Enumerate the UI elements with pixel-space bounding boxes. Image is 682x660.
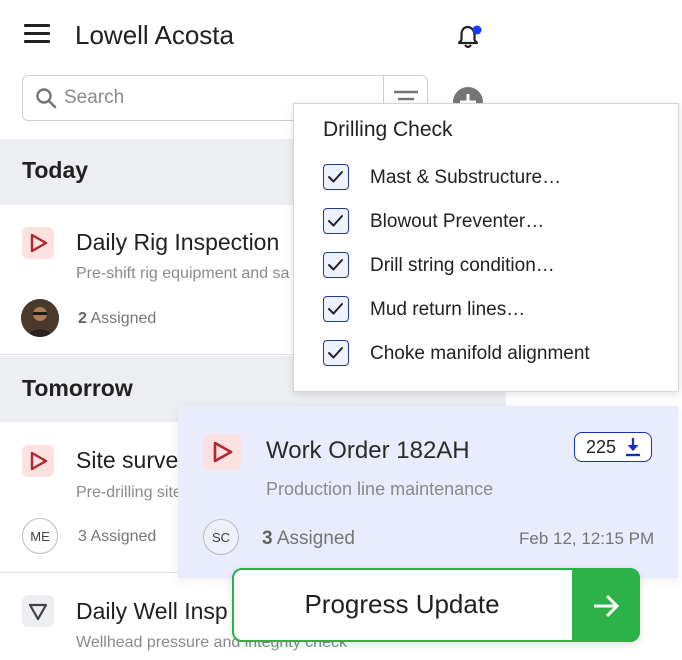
checkmark-icon	[328, 303, 343, 315]
section-label-tomorrow: Tomorrow	[22, 375, 133, 401]
checklist-item-label[interactable]: Drill string condition…	[370, 255, 555, 277]
status-triangle-icon	[22, 595, 54, 627]
row-title[interactable]: Site surve	[76, 447, 178, 474]
section-label-today: Today	[22, 157, 89, 183]
popover-title: Drilling Check	[323, 118, 453, 141]
play-icon	[203, 434, 241, 470]
work-order-title: Work Order 182AH	[266, 437, 470, 464]
row-title[interactable]: Daily Rig Inspection	[76, 229, 279, 256]
checkbox[interactable]	[323, 340, 349, 366]
checkmark-icon	[328, 347, 343, 359]
row-subtitle: Pre-drilling site	[76, 484, 182, 501]
assigned-count: 2 Assigned	[78, 310, 157, 327]
checkmark-icon	[328, 259, 343, 271]
checkmark-icon	[328, 171, 343, 183]
menu-icon[interactable]	[24, 24, 50, 46]
play-icon	[22, 445, 54, 477]
play-icon	[22, 227, 54, 259]
search-icon	[35, 87, 57, 109]
checkbox[interactable]	[323, 252, 349, 278]
checkmark-icon	[328, 215, 343, 227]
checkbox[interactable]	[323, 164, 349, 190]
download-icon	[625, 437, 641, 457]
arrow-right-icon	[590, 590, 622, 622]
page-title: Lowell Acosta	[75, 20, 234, 50]
work-order-subtitle: Production line maintenance	[266, 479, 494, 499]
checkbox[interactable]	[323, 296, 349, 322]
work-order-date: Feb 12, 12:15 PM	[519, 529, 655, 548]
progress-update-label: Progress Update	[304, 589, 500, 619]
avatar: SC	[203, 519, 239, 555]
checklist-item-label[interactable]: Mast & Substructure…	[370, 167, 561, 189]
avatar: ME	[22, 518, 58, 554]
checklist-item-label[interactable]: Mud return lines…	[370, 299, 525, 321]
notification-bell-icon[interactable]	[454, 22, 484, 52]
checkbox[interactable]	[323, 208, 349, 234]
row-subtitle: Pre-shift rig equipment and sa	[76, 265, 290, 282]
row-title[interactable]: Daily Well Insp	[76, 598, 228, 625]
checklist-item-label[interactable]: Choke manifold alignment	[370, 343, 590, 365]
download-count: 225	[586, 437, 617, 457]
assigned-count: 3 Assigned	[78, 528, 157, 545]
assigned-count: 3 Assigned	[262, 528, 355, 549]
notification-dot	[472, 25, 482, 35]
avatar	[21, 299, 59, 337]
checklist-item-label[interactable]: Blowout Preventer…	[370, 211, 544, 233]
